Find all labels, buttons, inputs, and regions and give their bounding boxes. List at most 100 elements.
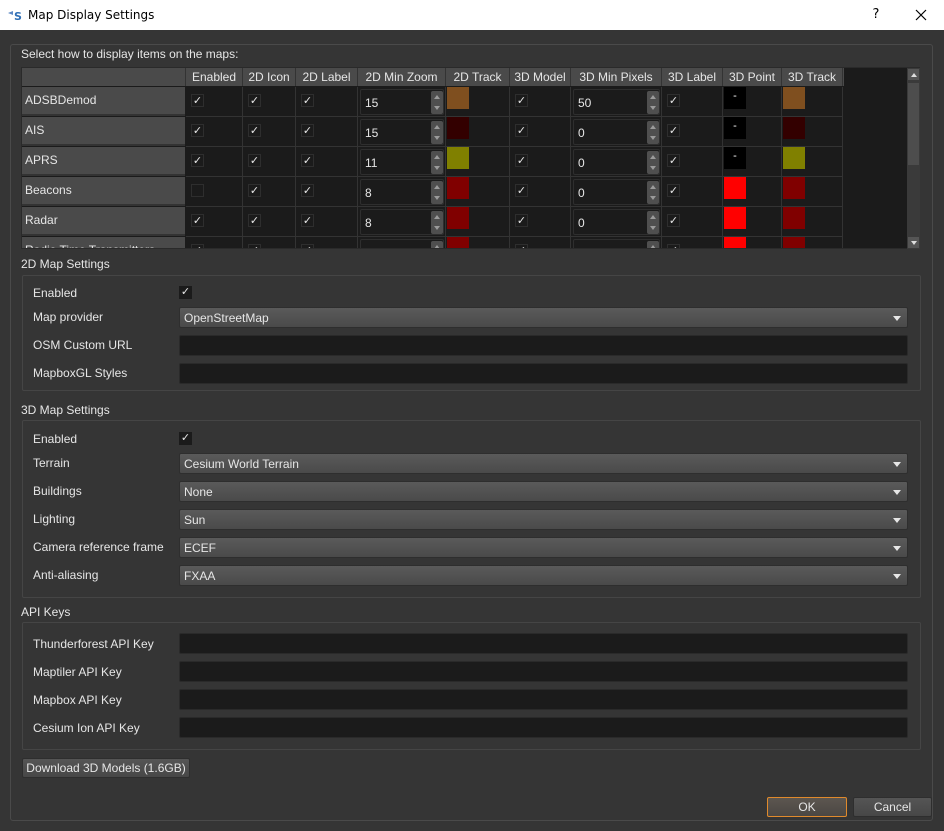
column-header[interactable]: 2D Min Zoom bbox=[358, 68, 446, 86]
spinbox-arrows[interactable] bbox=[647, 211, 659, 234]
icon2d-checkbox[interactable]: ✓ bbox=[248, 184, 261, 197]
min-zoom-2d-spinbox[interactable]: 8 bbox=[360, 239, 444, 248]
enabled-checkbox[interactable]: ✓ bbox=[191, 214, 204, 227]
chevron-up-icon[interactable] bbox=[434, 95, 440, 99]
chevron-down-icon[interactable] bbox=[650, 226, 656, 230]
min-zoom-2d-spinbox[interactable]: 15 bbox=[360, 119, 444, 145]
chevron-down-icon[interactable] bbox=[650, 136, 656, 140]
spinbox-arrows[interactable] bbox=[431, 181, 443, 204]
min-pixels-3d-spinbox[interactable]: 0 bbox=[573, 179, 660, 205]
label3d-checkbox[interactable]: ✓ bbox=[667, 124, 680, 137]
column-header[interactable]: 2D Icon bbox=[243, 68, 296, 86]
chevron-up-icon[interactable] bbox=[434, 125, 440, 129]
column-header[interactable]: 2D Track bbox=[446, 68, 510, 86]
point3d-color-swatch[interactable] bbox=[724, 237, 746, 248]
track2d-color-swatch[interactable] bbox=[447, 147, 469, 169]
maptiler-key-input[interactable] bbox=[179, 661, 908, 682]
spinbox-arrows[interactable] bbox=[431, 241, 443, 248]
spinbox-arrows[interactable] bbox=[431, 91, 443, 114]
label3d-checkbox[interactable]: ✓ bbox=[667, 94, 680, 107]
track3d-color-swatch[interactable] bbox=[783, 177, 805, 199]
label3d-checkbox[interactable]: ✓ bbox=[667, 244, 680, 248]
icon2d-checkbox[interactable]: ✓ bbox=[248, 94, 261, 107]
column-header[interactable]: 2D Label bbox=[296, 68, 358, 86]
scroll-thumb[interactable] bbox=[907, 82, 920, 166]
min-pixels-3d-spinbox[interactable]: 0 bbox=[573, 209, 660, 235]
chevron-down-icon[interactable] bbox=[650, 166, 656, 170]
track2d-color-swatch[interactable] bbox=[447, 237, 469, 248]
enabled-checkbox[interactable] bbox=[191, 184, 204, 197]
row-header[interactable]: Radar bbox=[22, 207, 185, 236]
label3d-checkbox[interactable]: ✓ bbox=[667, 214, 680, 227]
label2d-checkbox[interactable]: ✓ bbox=[301, 184, 314, 197]
chevron-down-icon[interactable] bbox=[434, 226, 440, 230]
model3d-checkbox[interactable]: ✓ bbox=[515, 154, 528, 167]
label2d-checkbox[interactable]: ✓ bbox=[301, 244, 314, 248]
enabled-checkbox[interactable]: ✓ bbox=[191, 154, 204, 167]
spinbox-arrows[interactable] bbox=[647, 151, 659, 174]
icon2d-checkbox[interactable]: ✓ bbox=[248, 244, 261, 248]
min-pixels-3d-spinbox[interactable]: 0 bbox=[573, 239, 660, 248]
min-pixels-3d-spinbox[interactable]: 0 bbox=[573, 149, 660, 175]
chevron-down-icon[interactable] bbox=[650, 196, 656, 200]
point3d-color-swatch[interactable]: - bbox=[724, 87, 746, 109]
icon2d-checkbox[interactable]: ✓ bbox=[248, 154, 261, 167]
row-header[interactable]: Beacons bbox=[22, 177, 185, 206]
track3d-color-swatch[interactable] bbox=[783, 147, 805, 169]
enabled-checkbox[interactable]: ✓ bbox=[191, 124, 204, 137]
spinbox-arrows[interactable] bbox=[647, 91, 659, 114]
chevron-down-icon[interactable] bbox=[434, 166, 440, 170]
row-header[interactable]: AIS bbox=[22, 117, 185, 146]
track3d-color-swatch[interactable] bbox=[783, 237, 805, 248]
chevron-down-icon[interactable] bbox=[650, 106, 656, 110]
model3d-checkbox[interactable]: ✓ bbox=[515, 94, 528, 107]
enabled-checkbox[interactable]: ✓ bbox=[191, 244, 204, 248]
chevron-down-icon[interactable] bbox=[434, 106, 440, 110]
terrain-select[interactable]: Cesium World Terrain bbox=[179, 453, 908, 474]
chevron-up-icon[interactable] bbox=[650, 125, 656, 129]
column-header[interactable]: 3D Point bbox=[723, 68, 782, 86]
download-3d-models-button[interactable]: Download 3D Models (1.6GB) bbox=[22, 758, 190, 778]
spinbox-arrows[interactable] bbox=[647, 121, 659, 144]
thunderforest-key-input[interactable] bbox=[179, 633, 908, 654]
chevron-up-icon[interactable] bbox=[650, 215, 656, 219]
cancel-button[interactable]: Cancel bbox=[853, 797, 932, 817]
label3d-checkbox[interactable]: ✓ bbox=[667, 154, 680, 167]
track3d-color-swatch[interactable] bbox=[783, 87, 805, 109]
model3d-checkbox[interactable]: ✓ bbox=[515, 124, 528, 137]
chevron-down-icon[interactable] bbox=[434, 136, 440, 140]
label2d-checkbox[interactable]: ✓ bbox=[301, 154, 314, 167]
cesium-key-input[interactable] bbox=[179, 717, 908, 738]
track2d-color-swatch[interactable] bbox=[447, 87, 469, 109]
row-header[interactable]: APRS bbox=[22, 147, 185, 176]
camera-frame-select[interactable]: ECEF bbox=[179, 537, 908, 558]
scroll-down-button[interactable] bbox=[907, 236, 920, 249]
spinbox-arrows[interactable] bbox=[431, 211, 443, 234]
spinbox-arrows[interactable] bbox=[431, 151, 443, 174]
enabled-checkbox[interactable]: ✓ bbox=[191, 94, 204, 107]
label2d-checkbox[interactable]: ✓ bbox=[301, 124, 314, 137]
point3d-color-swatch[interactable] bbox=[724, 207, 746, 229]
chevron-up-icon[interactable] bbox=[434, 155, 440, 159]
icon2d-checkbox[interactable]: ✓ bbox=[248, 214, 261, 227]
point3d-color-swatch[interactable] bbox=[724, 177, 746, 199]
column-header[interactable]: 3D Min Pixels bbox=[571, 68, 662, 86]
chevron-up-icon[interactable] bbox=[650, 155, 656, 159]
row-header[interactable]: ADSBDemod bbox=[22, 87, 185, 116]
track3d-color-swatch[interactable] bbox=[783, 117, 805, 139]
track3d-color-swatch[interactable] bbox=[783, 207, 805, 229]
chevron-up-icon[interactable] bbox=[650, 95, 656, 99]
chevron-up-icon[interactable] bbox=[650, 245, 656, 248]
column-header[interactable]: 3D Model bbox=[510, 68, 571, 86]
label3d-checkbox[interactable]: ✓ bbox=[667, 184, 680, 197]
min-zoom-2d-spinbox[interactable]: 8 bbox=[360, 179, 444, 205]
scroll-up-button[interactable] bbox=[907, 68, 920, 81]
spinbox-arrows[interactable] bbox=[647, 181, 659, 204]
map3d-enabled-checkbox[interactable]: ✓ bbox=[179, 432, 192, 445]
min-zoom-2d-spinbox[interactable]: 11 bbox=[360, 149, 444, 175]
chevron-up-icon[interactable] bbox=[434, 215, 440, 219]
min-zoom-2d-spinbox[interactable]: 15 bbox=[360, 89, 444, 115]
help-button[interactable]: ? bbox=[866, 5, 886, 25]
track2d-color-swatch[interactable] bbox=[447, 207, 469, 229]
track2d-color-swatch[interactable] bbox=[447, 117, 469, 139]
